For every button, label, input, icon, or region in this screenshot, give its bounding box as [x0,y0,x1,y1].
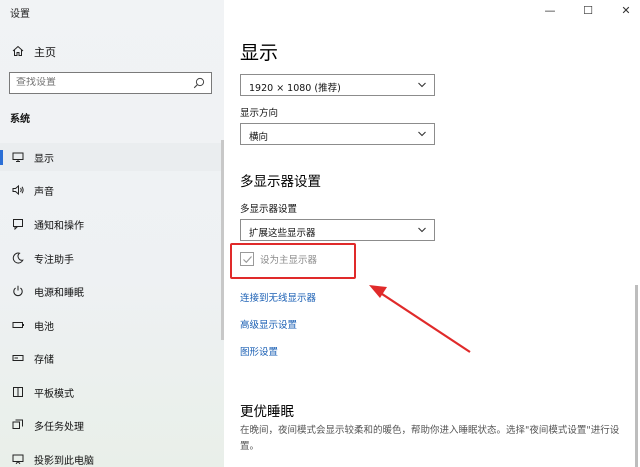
sidebar-item-label: 电池 [34,321,54,333]
sidebar-item-label: 平板模式 [34,388,74,400]
sidebar-item-multitasking[interactable]: 多任务处理 [0,411,224,439]
section-label-system: 系统 [10,114,30,125]
moon-icon [0,252,34,264]
red-arrow-annotation [369,285,471,353]
sidebar-item-project[interactable]: 投影到此电脑 [0,445,224,467]
home-nav-item[interactable]: 主页 [12,44,56,60]
sidebar-item-notifications[interactable]: 通知和操作 [0,210,224,238]
sidebar-item-label: 多任务处理 [34,421,84,433]
sidebar-item-label: 通知和操作 [34,220,84,232]
search-box[interactable] [9,72,212,94]
sidebar-item-tablet-mode[interactable]: 平板模式 [0,378,224,406]
search-icon[interactable] [193,77,205,92]
window-title: 设置 [10,9,30,20]
sidebar-item-display[interactable]: 显示 [0,143,224,171]
storage-icon [0,352,34,364]
tablet-icon [0,386,34,398]
speaker-icon [0,184,34,196]
home-icon [12,45,24,60]
power-icon [0,285,34,297]
sidebar-item-label: 存储 [34,354,54,366]
sidebar-item-label: 专注助手 [34,254,74,266]
sidebar-item-sound[interactable]: 声音 [0,176,224,204]
main-content: — ☐ ✕ 显示 1920 × 1080 (推荐) 显示方向 横向 多显示器设置… [224,0,640,467]
notification-icon [0,218,34,230]
active-indicator [0,150,3,165]
sidebar-item-power-sleep[interactable]: 电源和睡眠 [0,277,224,305]
multitask-icon [0,419,34,431]
main-scrollbar[interactable] [635,285,638,467]
sidebar-item-label: 电源和睡眠 [34,287,84,299]
project-icon [0,453,34,465]
monitor-icon [0,151,34,163]
sidebar-item-label: 显示 [34,153,54,165]
home-label: 主页 [34,46,56,59]
sidebar-item-label: 声音 [34,186,54,198]
sidebar-item-focus-assist[interactable]: 专注助手 [0,244,224,272]
battery-icon [0,319,34,331]
search-input[interactable] [16,77,186,88]
sidebar-item-label: 投影到此电脑 [34,455,94,467]
sidebar: 设置 主页 系统 显示 声音 通知和操作 专注助手 [0,0,224,467]
sidebar-item-storage[interactable]: 存储 [0,344,224,372]
sidebar-item-battery[interactable]: 电池 [0,311,224,339]
